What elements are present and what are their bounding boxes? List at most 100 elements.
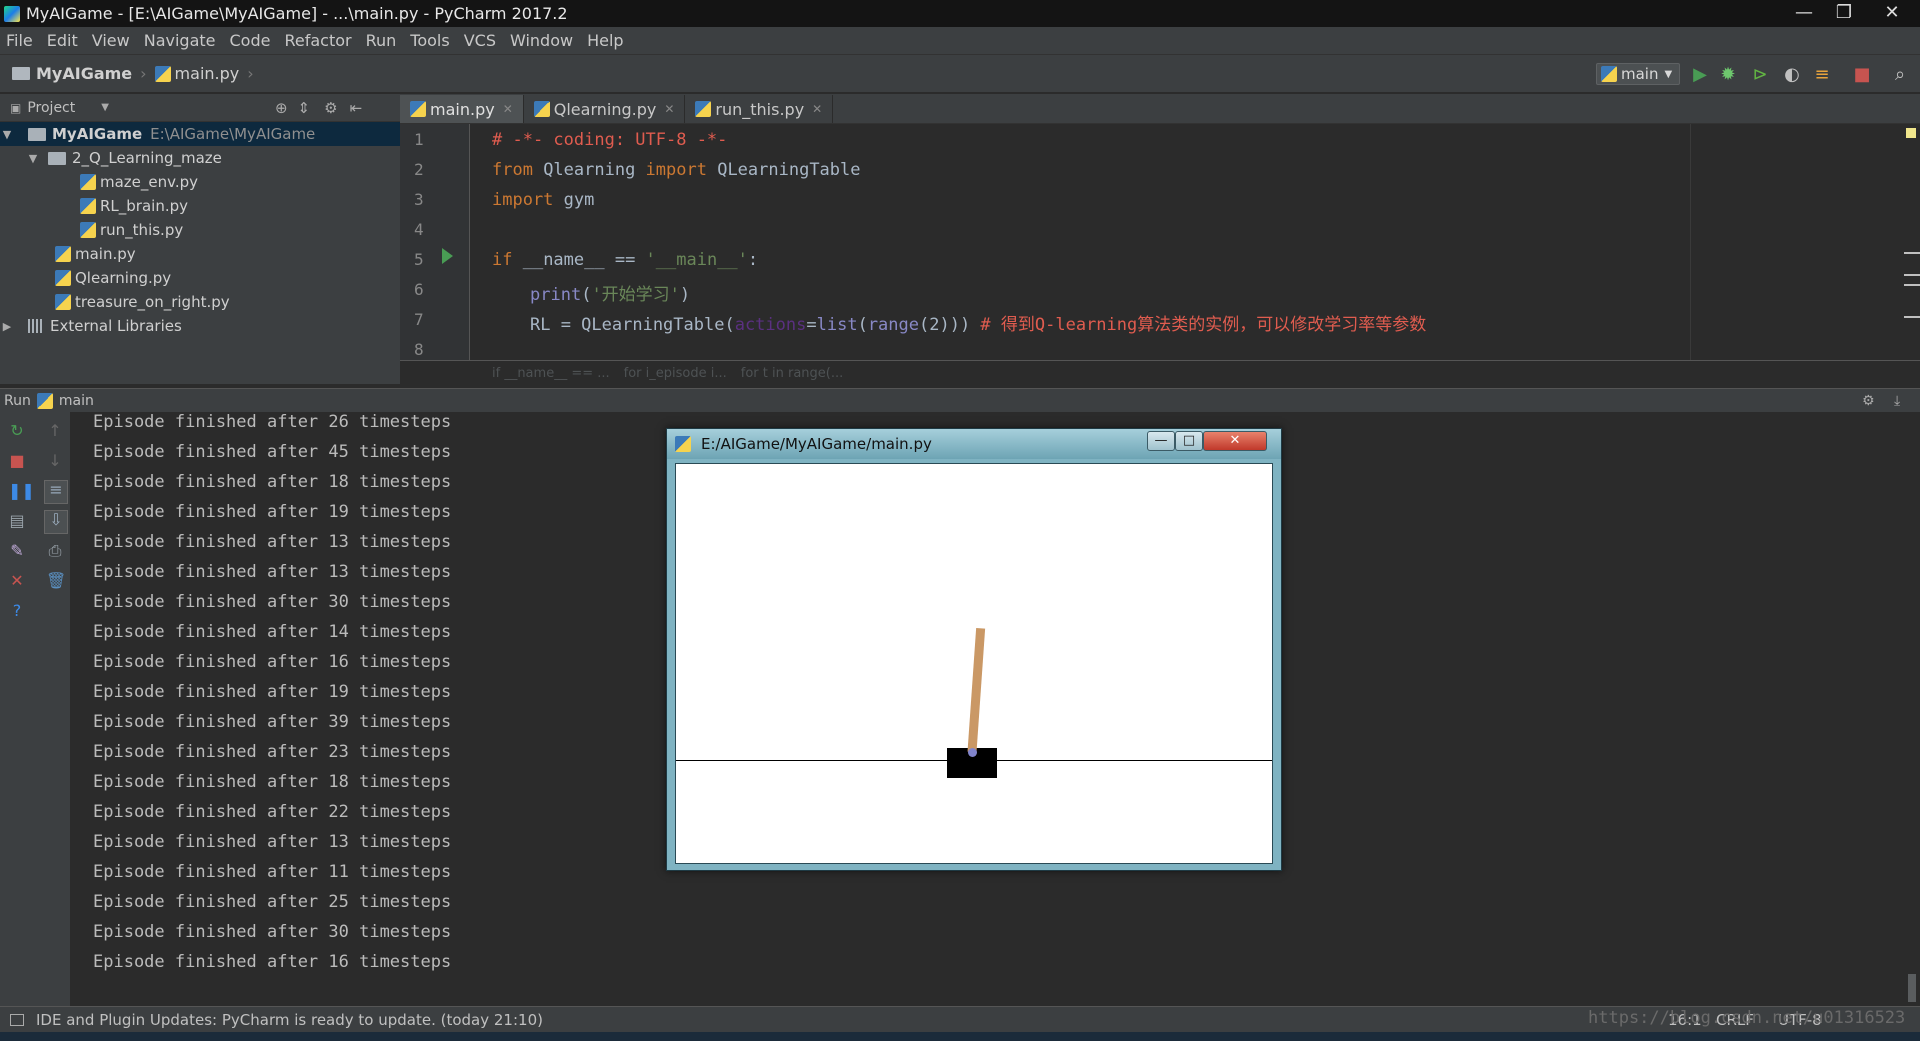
- stop-icon[interactable]: ■: [8, 452, 26, 470]
- tree-root-name: MyAIGame: [52, 125, 143, 143]
- chevron-down-icon[interactable]: ▼: [26, 152, 40, 165]
- chevron-down-icon[interactable]: ▼: [0, 128, 14, 141]
- code-builtin: list: [816, 315, 858, 335]
- editor-crumb[interactable]: for t in range(...: [741, 366, 844, 381]
- stripe-mark[interactable]: [1904, 252, 1920, 254]
- coverage-icon[interactable]: ⊳: [1750, 65, 1770, 85]
- console-line: Episode finished after 22 timesteps: [93, 802, 452, 822]
- close-button[interactable]: ✕: [1864, 0, 1920, 27]
- menu-help[interactable]: Help: [587, 31, 623, 50]
- tab-main-py[interactable]: main.py ✕: [400, 95, 524, 123]
- inspection-status-icon[interactable]: [1906, 128, 1916, 138]
- close-icon[interactable]: ✕: [664, 102, 674, 116]
- stop-icon[interactable]: ■: [1852, 65, 1872, 85]
- tree-file-item[interactable]: Qlearning.py: [0, 266, 400, 290]
- print-icon[interactable]: ⎙: [46, 542, 64, 560]
- python-file-icon: [1601, 66, 1617, 82]
- stripe-mark[interactable]: [1904, 316, 1920, 318]
- run-icon[interactable]: ▶: [1690, 65, 1710, 85]
- gym-maximize-button[interactable]: □: [1175, 431, 1203, 451]
- cartpole-canvas: [675, 463, 1273, 864]
- minimize-button[interactable]: —: [1784, 0, 1824, 27]
- restore-button[interactable]: ❐: [1824, 0, 1864, 27]
- cartpole-axle: [968, 748, 977, 757]
- gym-close-button[interactable]: ✕: [1203, 431, 1267, 451]
- arrow-up-icon[interactable]: ↑: [46, 422, 64, 440]
- run-panel-config[interactable]: main: [59, 393, 94, 409]
- menu-run[interactable]: Run: [366, 31, 397, 50]
- trash-icon[interactable]: 🗑: [46, 572, 66, 590]
- tree-file-label: run_this.py: [100, 221, 184, 239]
- stripe-mark[interactable]: [1904, 284, 1920, 286]
- code-line-2: from Qlearning import QLearningTable: [492, 160, 861, 180]
- menu-edit[interactable]: Edit: [47, 31, 78, 50]
- code-comment: # 得到Q-learning算法类的实例，可以修改学习率等参数: [970, 315, 1427, 335]
- code-editor[interactable]: 1 2 3 4 5 6 7 8 # -*- coding: UTF-8 -*- …: [400, 124, 1920, 360]
- menu-code[interactable]: Code: [230, 31, 271, 50]
- gym-minimize-button[interactable]: —: [1147, 431, 1175, 451]
- gym-render-window[interactable]: E:/AIGame/MyAIGame/main.py — □ ✕: [666, 428, 1282, 871]
- debug-icon[interactable]: ✹: [1718, 65, 1738, 85]
- run-panel-label: Run: [4, 392, 31, 409]
- breadcrumb-file-item[interactable]: main.py ›: [154, 64, 254, 83]
- run-config-name: main: [1621, 65, 1659, 83]
- close-icon[interactable]: ✕: [812, 102, 822, 116]
- run-gutter-icon[interactable]: [442, 248, 453, 264]
- chevron-down-icon[interactable]: ▼: [101, 102, 109, 113]
- editor-crumb[interactable]: for i_episode i...: [624, 366, 727, 381]
- hide-panel-icon[interactable]: ⇤: [350, 99, 363, 117]
- menu-view[interactable]: View: [92, 31, 130, 50]
- close-icon[interactable]: ✕: [503, 102, 513, 116]
- menu-window[interactable]: Window: [510, 31, 573, 50]
- menu-file[interactable]: File: [6, 31, 33, 50]
- window-title: MyAIGame - [E:\AIGame\MyAIGame] - ...\ma…: [26, 4, 568, 23]
- tree-file-item[interactable]: maze_env.py: [0, 170, 400, 194]
- project-panel-title[interactable]: Project: [27, 100, 75, 116]
- menu-tools[interactable]: Tools: [410, 31, 449, 50]
- pin-icon[interactable]: ✎: [8, 542, 26, 560]
- tree-root[interactable]: ▼ MyAIGame E:\AIGame\MyAIGame: [0, 122, 400, 146]
- tree-file-item[interactable]: run_this.py: [0, 218, 400, 242]
- tab-label: Qlearning.py: [553, 99, 657, 119]
- error-stripe[interactable]: [1900, 124, 1920, 360]
- code-text: Qlearning: [532, 160, 646, 180]
- search-icon[interactable]: ⌕: [1890, 65, 1910, 85]
- locate-icon[interactable]: ⊕: [275, 99, 288, 117]
- close-icon[interactable]: ✕: [8, 572, 26, 590]
- chevron-right-icon[interactable]: ▶: [0, 320, 14, 333]
- console-scrollbar[interactable]: [1908, 974, 1916, 1002]
- profile-icon[interactable]: ◐: [1782, 65, 1802, 85]
- breadcrumb-project[interactable]: MyAIGame: [36, 64, 132, 83]
- rerun-icon[interactable]: ↻: [8, 422, 26, 440]
- menu-refactor[interactable]: Refactor: [284, 31, 351, 50]
- help-icon[interactable]: ?: [8, 602, 26, 620]
- menu-navigate[interactable]: Navigate: [144, 31, 216, 50]
- stripe-mark[interactable]: [1904, 274, 1920, 276]
- gear-icon[interactable]: ⚙: [1862, 393, 1875, 409]
- status-message[interactable]: IDE and Plugin Updates: PyCharm is ready…: [36, 1011, 543, 1029]
- tree-file-item[interactable]: main.py: [0, 242, 400, 266]
- hide-panel-icon[interactable]: ⤓: [1894, 393, 1900, 409]
- title-bar: MyAIGame - [E:\AIGame\MyAIGame] - ...\ma…: [0, 0, 1920, 27]
- gear-icon[interactable]: ⚙: [324, 99, 337, 117]
- collapse-icon[interactable]: ⇕: [298, 99, 311, 117]
- breadcrumb: MyAIGame ›: [12, 64, 147, 83]
- tree-folder[interactable]: ▼ 2_Q_Learning_maze: [0, 146, 400, 170]
- build-icon[interactable]: ≡: [1812, 65, 1832, 85]
- menu-vcs[interactable]: VCS: [464, 31, 496, 50]
- tree-external-libraries[interactable]: ▶ External Libraries: [0, 314, 400, 338]
- arrow-down-icon[interactable]: ↓: [46, 452, 64, 470]
- restore-layout-icon[interactable]: ▤: [8, 512, 26, 530]
- tab-qlearning-py[interactable]: Qlearning.py ✕: [524, 95, 686, 123]
- editor-crumb[interactable]: if __name__ == ...: [492, 366, 610, 381]
- scroll-to-end-icon[interactable]: ⇩: [44, 510, 68, 534]
- pause-icon[interactable]: ❚❚: [8, 482, 35, 500]
- console-line: Episode finished after 25 timesteps: [93, 892, 452, 912]
- run-config-selector[interactable]: main ▼: [1596, 63, 1680, 85]
- event-log-icon[interactable]: [10, 1013, 24, 1026]
- tree-file-item[interactable]: RL_brain.py: [0, 194, 400, 218]
- code-keyword: import: [645, 160, 707, 180]
- soft-wrap-icon[interactable]: ≡: [44, 480, 68, 504]
- tree-file-item[interactable]: treasure_on_right.py: [0, 290, 400, 314]
- tab-run-this-py[interactable]: run_this.py ✕: [685, 95, 834, 123]
